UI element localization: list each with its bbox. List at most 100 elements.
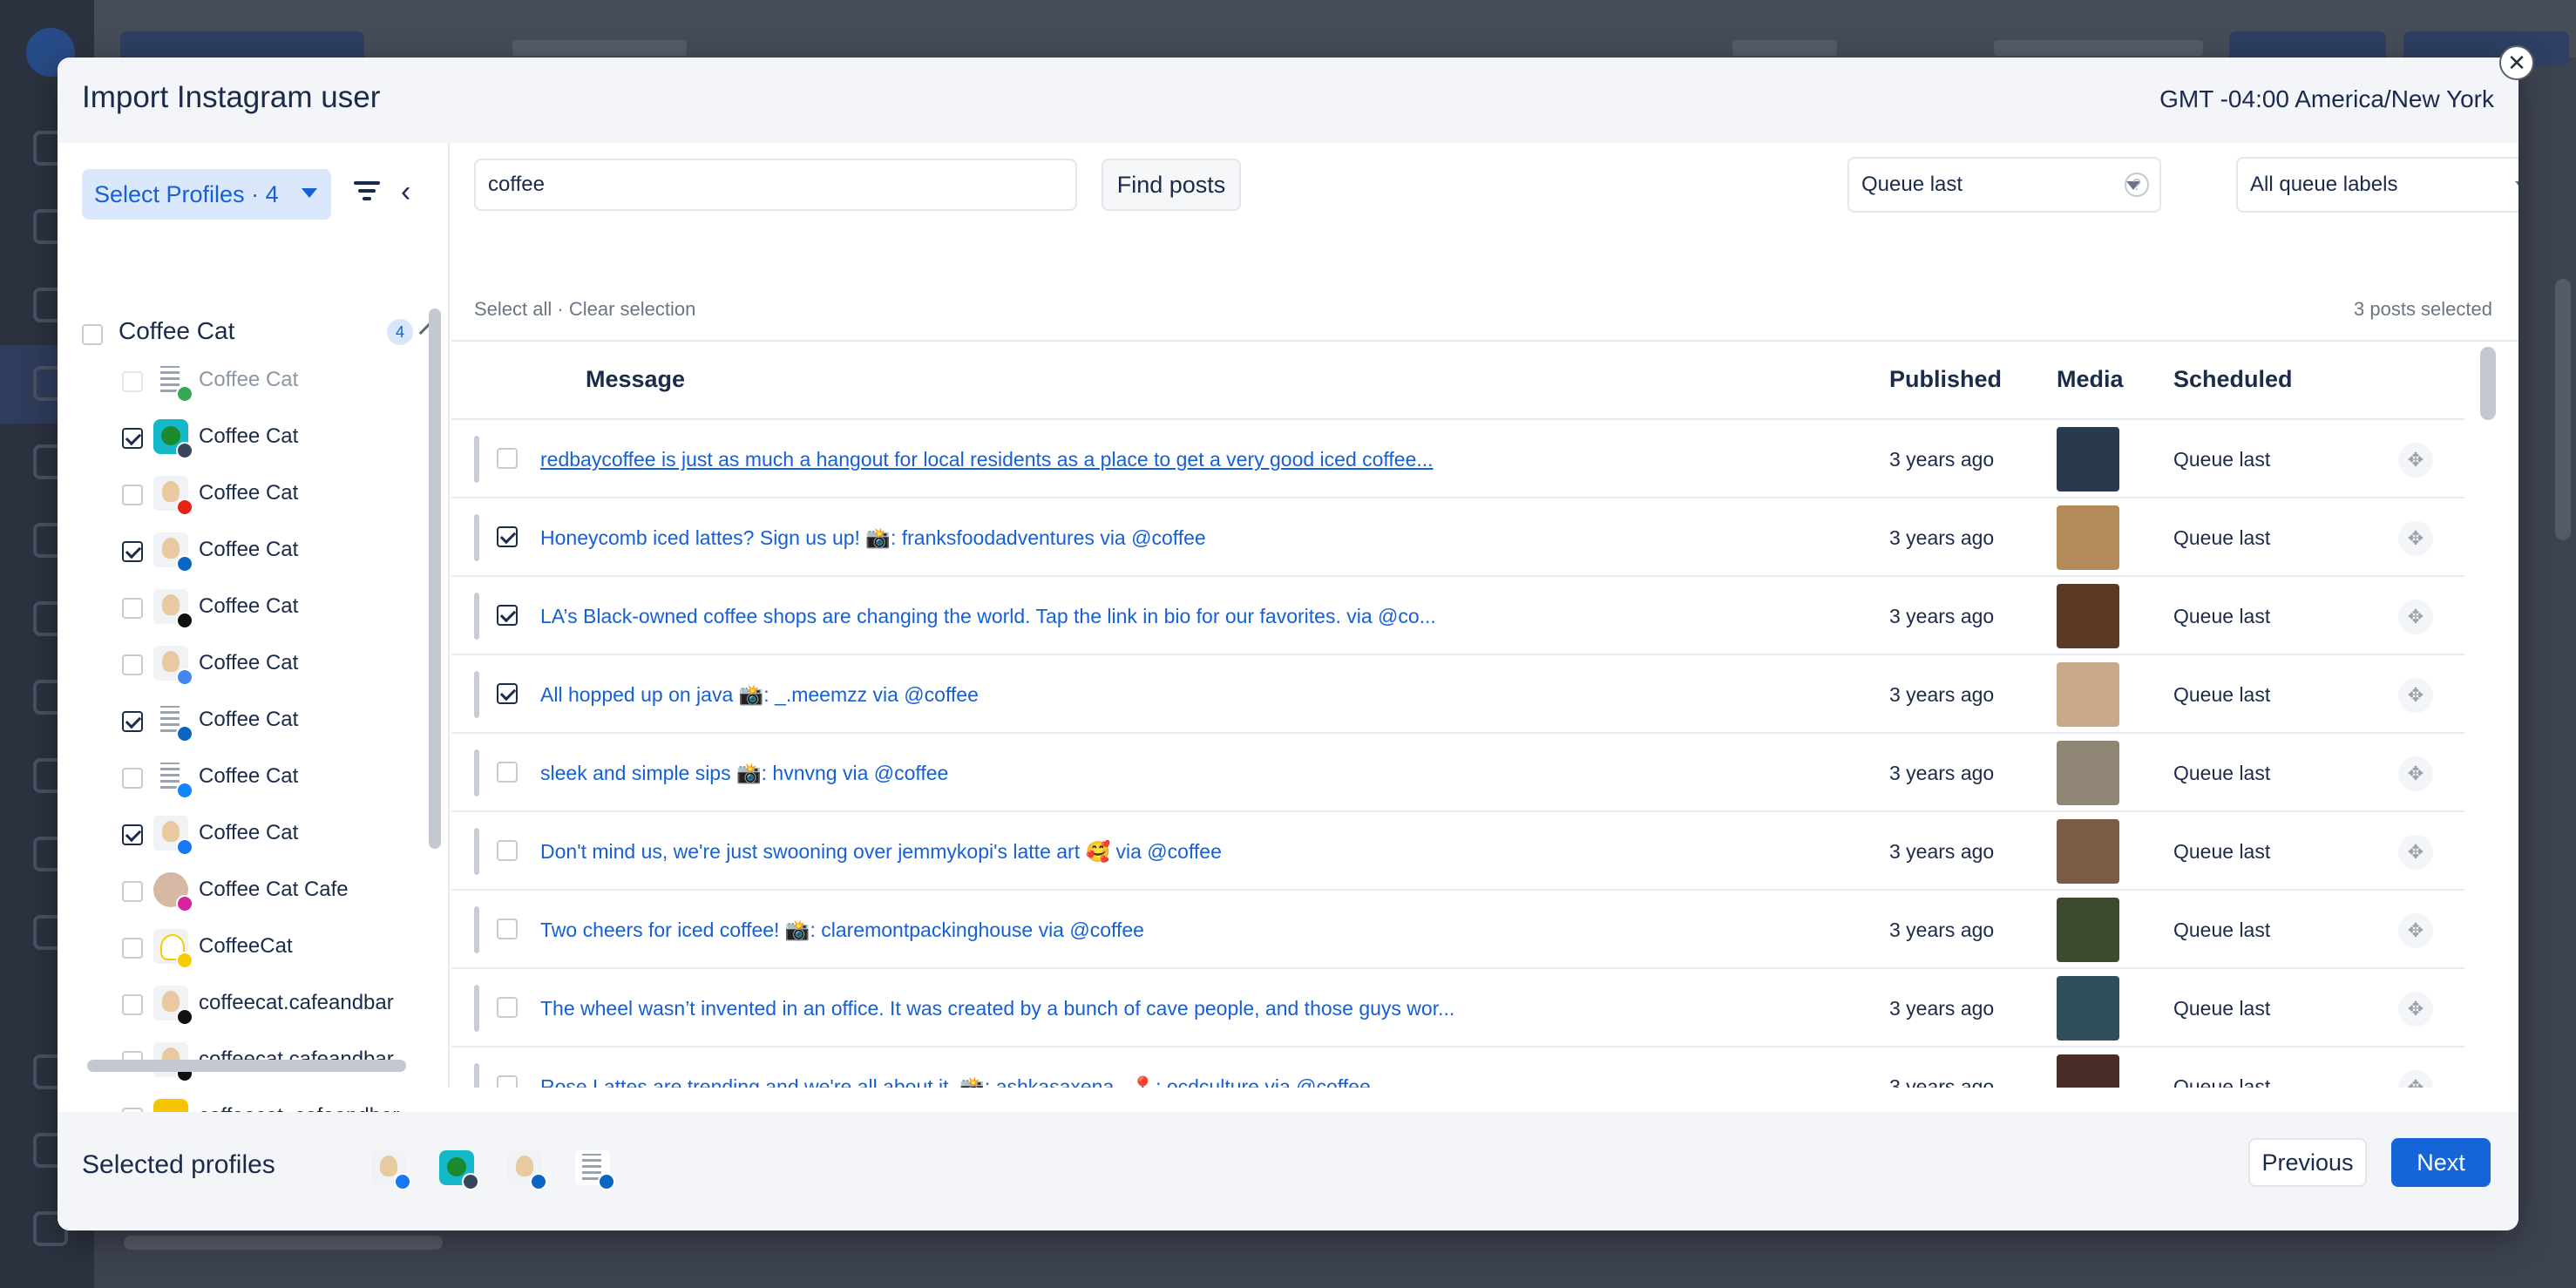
queue-labels-value: All queue labels xyxy=(2250,173,2398,196)
post-message-link[interactable]: Don't mind us, we're just swooning over … xyxy=(540,840,1222,864)
select-profiles-button[interactable]: Select Profiles · 4 xyxy=(82,169,331,220)
row-indicator xyxy=(474,671,479,718)
table-row[interactable]: redbaycoffee is just as much a hangout f… xyxy=(451,420,2464,498)
profile-item[interactable]: Coffee Cat xyxy=(122,814,436,858)
profile-checkbox[interactable] xyxy=(122,768,143,789)
profile-checkbox[interactable] xyxy=(122,598,143,619)
post-message-link[interactable]: Two cheers for iced coffee! 📸: claremont… xyxy=(540,919,1144,942)
row-indicator xyxy=(474,436,479,483)
row-checkbox[interactable] xyxy=(497,1075,518,1088)
profile-avatar xyxy=(153,816,193,856)
profile-item[interactable]: coffeecat.cafeandbar xyxy=(122,984,436,1027)
profile-checkbox[interactable] xyxy=(122,485,143,505)
profile-checkbox[interactable] xyxy=(122,881,143,902)
x-icon xyxy=(176,612,193,629)
profile-checkbox[interactable] xyxy=(122,938,143,959)
help-circle-icon[interactable]: ? xyxy=(2125,173,2149,197)
row-checkbox[interactable] xyxy=(497,526,518,547)
timezone-label: GMT -04:00 America/New York xyxy=(2159,85,2494,112)
profiles-panel: Select Profiles · 4 ‹ Coffee Cat 4 Coffe… xyxy=(58,143,450,1139)
profile-checkbox[interactable] xyxy=(122,994,143,1015)
table-scrollbar[interactable] xyxy=(2480,347,2496,420)
post-message-link[interactable]: LA’s Black-owned coffee shops are changi… xyxy=(540,605,1436,628)
drag-handle-icon[interactable]: ✥ xyxy=(2398,835,2433,870)
table-row[interactable]: LA’s Black-owned coffee shops are changi… xyxy=(451,577,2464,655)
queue-position-select[interactable]: Queue last xyxy=(1847,157,2161,213)
profile-item[interactable]: Coffee Cat xyxy=(122,361,436,404)
table-row[interactable]: The wheel wasn’t invented in an office. … xyxy=(451,969,2464,1047)
profile-item[interactable]: Coffee Cat xyxy=(122,587,436,631)
selected-posts-count: 3 posts selected xyxy=(2354,298,2492,320)
profile-name: Coffee Cat xyxy=(199,594,299,618)
find-posts-button[interactable]: Find posts xyxy=(1102,159,1241,211)
post-message-link[interactable]: All hopped up on java 📸: _.meemzz via @c… xyxy=(540,683,979,707)
drag-handle-icon[interactable]: ✥ xyxy=(2398,913,2433,948)
drag-handle-icon[interactable]: ✥ xyxy=(2398,1070,2433,1088)
post-message-link[interactable]: The wheel wasn’t invented in an office. … xyxy=(540,997,1454,1020)
row-checkbox[interactable] xyxy=(497,997,518,1018)
profile-list-scrollbar[interactable] xyxy=(429,308,441,849)
table-row[interactable]: Rose Lattes are trending and we're all a… xyxy=(451,1047,2464,1088)
published-time: 3 years ago xyxy=(1889,1075,1995,1088)
profile-avatar xyxy=(153,419,193,459)
profile-item[interactable]: Coffee Cat xyxy=(122,644,436,688)
next-button[interactable]: Next xyxy=(2391,1138,2491,1187)
profile-item[interactable]: Coffee Cat Cafe xyxy=(122,871,436,914)
profile-name: CoffeeCat xyxy=(199,934,293,958)
table-row[interactable]: Honeycomb iced lattes? Sign us up! 📸: fr… xyxy=(451,498,2464,577)
post-message-link[interactable]: redbaycoffee is just as much a hangout f… xyxy=(540,448,1434,471)
profile-group-coffee-cat[interactable]: Coffee Cat 4 xyxy=(82,317,439,352)
profile-item[interactable]: Coffee Cat xyxy=(122,531,436,574)
row-checkbox[interactable] xyxy=(497,762,518,783)
profile-item[interactable]: Coffee Cat xyxy=(122,757,436,801)
profile-item[interactable]: Coffee Cat xyxy=(122,417,436,461)
post-message-link[interactable]: Rose Lattes are trending and we're all a… xyxy=(540,1075,1371,1088)
post-message-link[interactable]: sleek and simple sips 📸: hvnvng via @cof… xyxy=(540,762,948,785)
drag-handle-icon[interactable]: ✥ xyxy=(2398,600,2433,634)
table-row[interactable]: Two cheers for iced coffee! 📸: claremont… xyxy=(451,891,2464,969)
select-all-link[interactable]: Select all xyxy=(474,298,552,320)
profile-list-horizontal-scrollbar[interactable] xyxy=(87,1060,406,1072)
profile-item[interactable]: Coffee Cat xyxy=(122,474,436,518)
post-message-link[interactable]: Honeycomb iced lattes? Sign us up! 📸: fr… xyxy=(540,526,1206,550)
profile-name: Coffee Cat xyxy=(199,708,299,731)
row-checkbox[interactable] xyxy=(497,605,518,626)
row-checkbox[interactable] xyxy=(497,919,518,939)
row-checkbox[interactable] xyxy=(497,840,518,861)
table-row[interactable]: sleek and simple sips 📸: hvnvng via @cof… xyxy=(451,734,2464,812)
row-checkbox[interactable] xyxy=(497,683,518,704)
profile-item[interactable]: CoffeeCat xyxy=(122,927,436,971)
drag-handle-icon[interactable]: ✥ xyxy=(2398,992,2433,1027)
published-time: 3 years ago xyxy=(1889,840,1995,863)
drag-handle-icon[interactable]: ✥ xyxy=(2398,756,2433,791)
clear-selection-link[interactable]: Clear selection xyxy=(569,298,696,320)
profile-item[interactable]: Coffee Cat xyxy=(122,701,436,744)
previous-button[interactable]: Previous xyxy=(2248,1138,2367,1187)
profile-checkbox[interactable] xyxy=(122,428,143,449)
table-row[interactable]: All hopped up on java 📸: _.meemzz via @c… xyxy=(451,655,2464,734)
background-scrollbar xyxy=(124,1236,443,1250)
row-indicator xyxy=(474,514,479,561)
queue-position-value: Queue last xyxy=(1861,173,1963,196)
filter-icon[interactable] xyxy=(354,181,380,204)
collapse-panel-icon[interactable]: ‹ xyxy=(401,177,424,207)
profile-checkbox[interactable] xyxy=(122,711,143,732)
row-checkbox[interactable] xyxy=(497,448,518,469)
profile-avatar xyxy=(575,1150,615,1190)
media-thumbnail xyxy=(2057,976,2119,1041)
caret-down-icon xyxy=(302,188,317,198)
profile-checkbox[interactable] xyxy=(122,654,143,675)
drag-handle-icon[interactable]: ✥ xyxy=(2398,521,2433,556)
profile-checkbox[interactable] xyxy=(122,541,143,562)
scheduled-value: Queue last xyxy=(2173,1075,2271,1088)
scheduled-value: Queue last xyxy=(2173,683,2271,706)
table-row[interactable]: Don't mind us, we're just swooning over … xyxy=(451,812,2464,891)
drag-handle-icon[interactable]: ✥ xyxy=(2398,678,2433,713)
queue-labels-select[interactable]: All queue labels xyxy=(2236,157,2518,213)
profile-avatar xyxy=(507,1150,547,1190)
close-icon[interactable]: ✕ xyxy=(2499,45,2534,80)
profile-checkbox[interactable] xyxy=(122,824,143,845)
search-input[interactable] xyxy=(474,159,1077,211)
group-checkbox[interactable] xyxy=(82,324,103,345)
drag-handle-icon[interactable]: ✥ xyxy=(2398,443,2433,478)
